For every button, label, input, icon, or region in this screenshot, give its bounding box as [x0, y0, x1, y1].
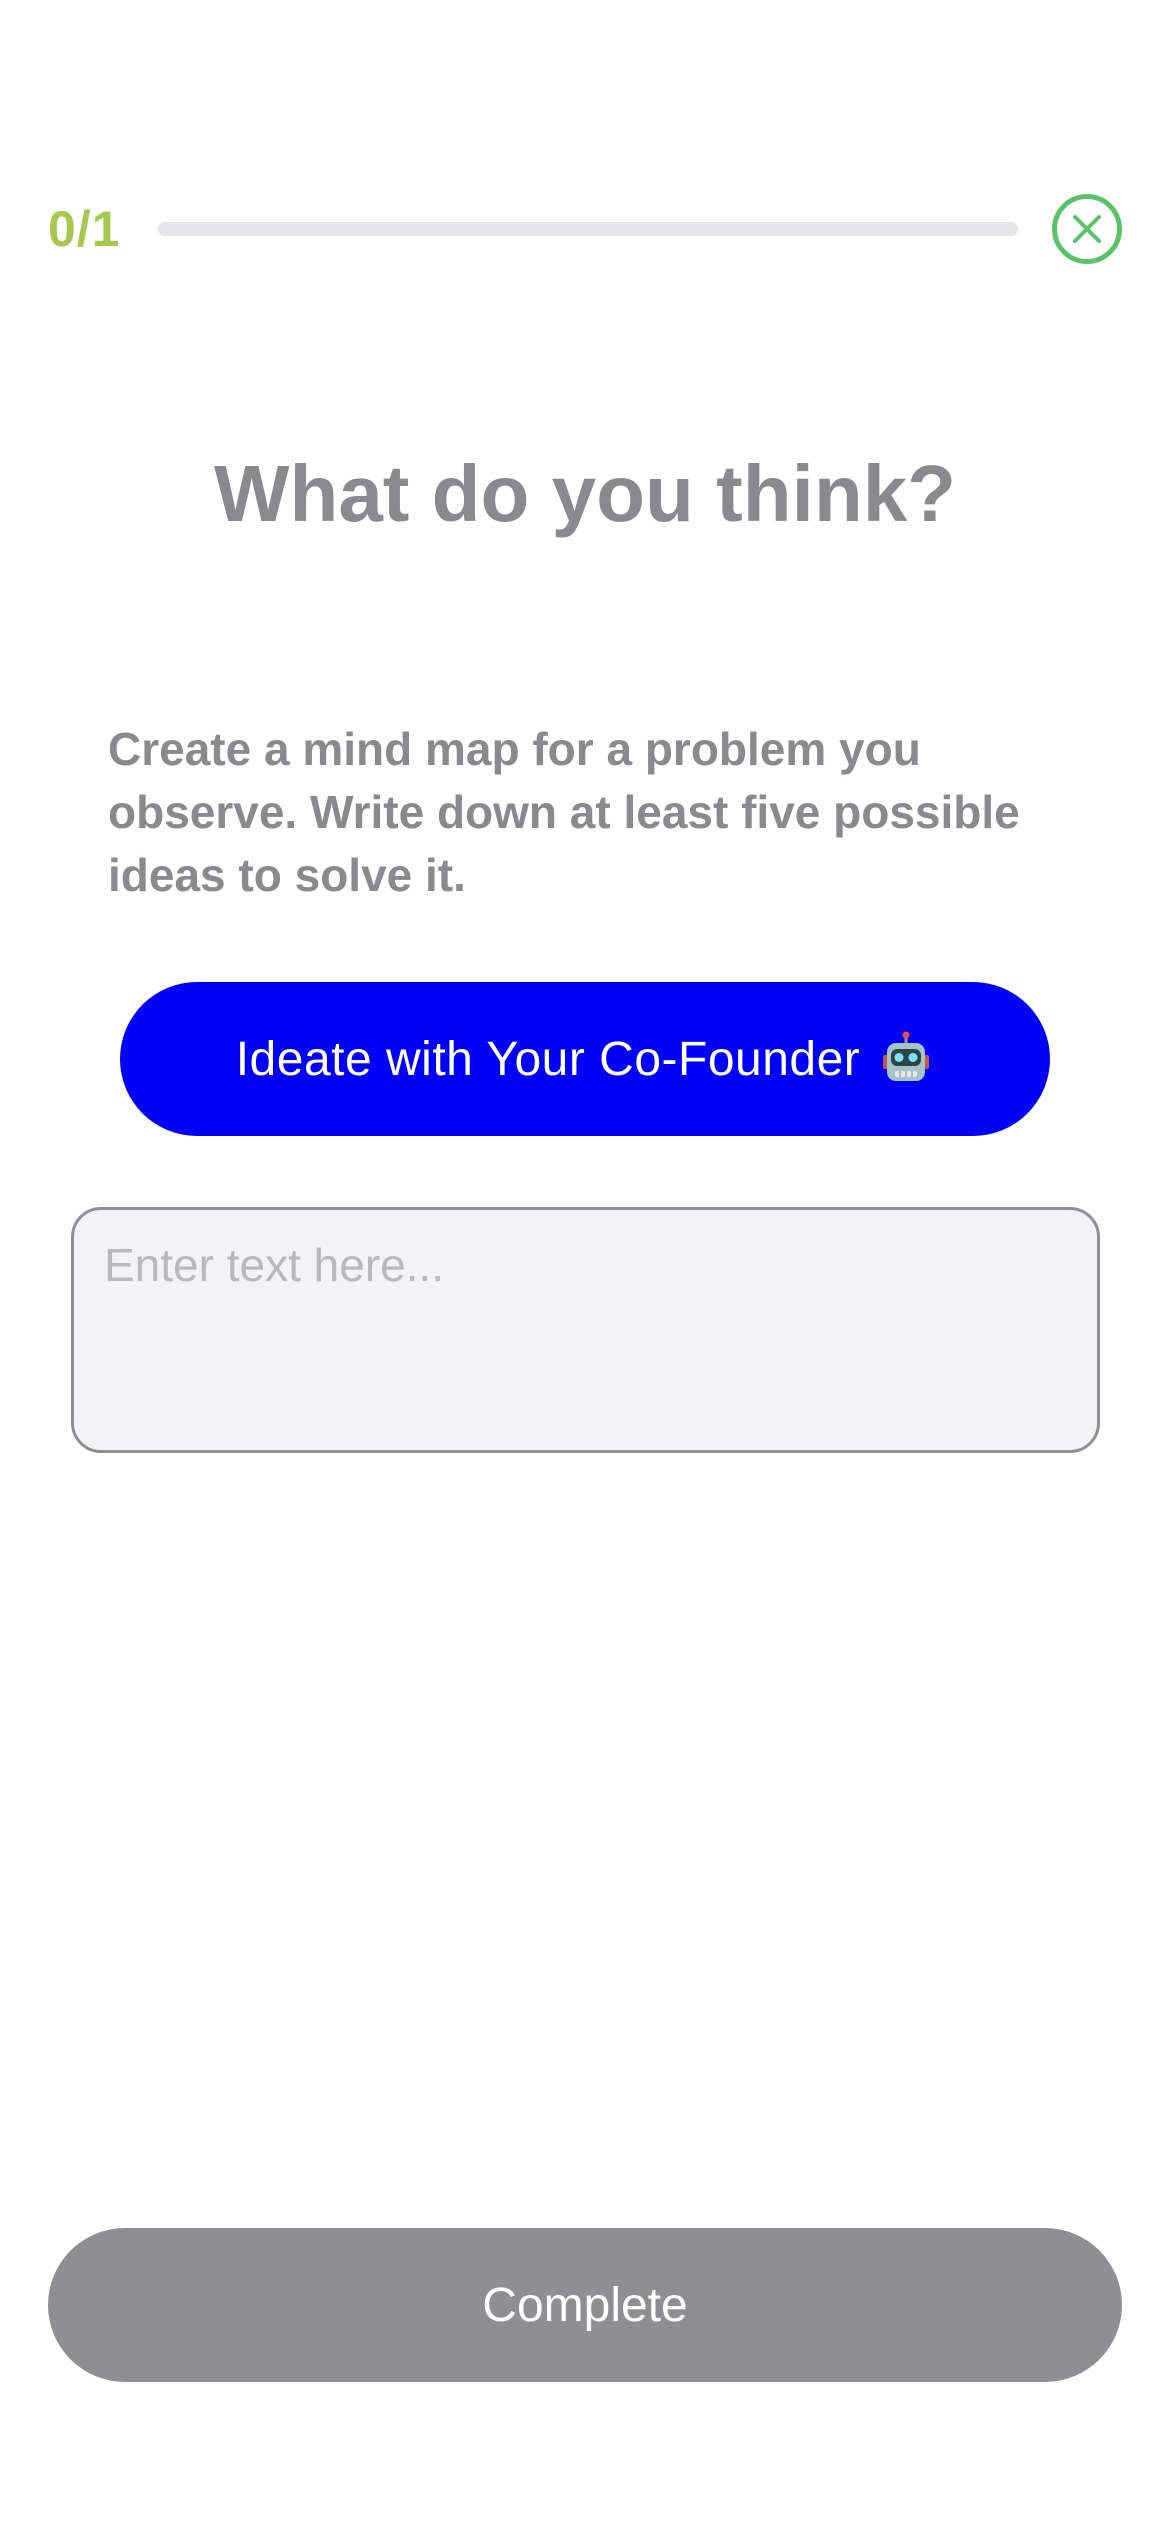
answer-text-box[interactable]	[71, 1207, 1100, 1453]
exercise-prompt: Create a mind map for a problem you obse…	[108, 723, 1020, 901]
progress-header: 0/1	[48, 190, 1122, 268]
ideate-cofounder-button[interactable]: Ideate with Your Co-Founder	[120, 982, 1050, 1136]
answer-input[interactable]	[104, 1238, 1067, 1422]
close-circle-icon	[1073, 215, 1101, 243]
progress-count: 0/1	[48, 201, 121, 257]
complete-button[interactable]: Complete	[48, 2228, 1122, 2382]
complete-button-label: Complete	[482, 2278, 688, 2332]
robot-icon	[883, 1031, 930, 1081]
progress-bar	[158, 222, 1018, 236]
close-button[interactable]	[1052, 194, 1122, 264]
page-title: What do you think?	[213, 449, 957, 538]
exercise-screen: 0/1 What do you think? Create a mind map…	[0, 0, 1170, 2532]
ideate-button-label: Ideate with Your Co-Founder	[235, 1032, 861, 1086]
